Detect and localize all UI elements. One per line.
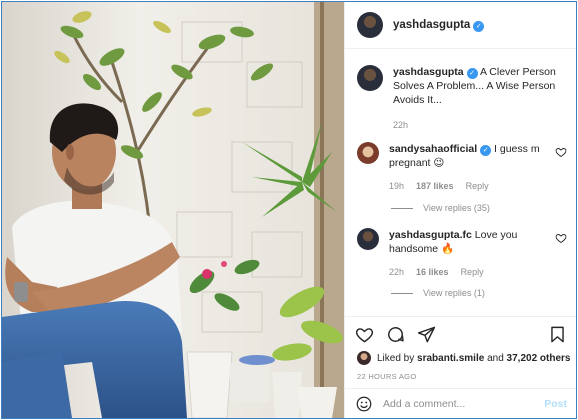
post-photo[interactable] — [2, 2, 344, 418]
post-author-username[interactable]: yashdasgupta ✓ — [393, 19, 485, 32]
comment-item: yashdasgupta.fc Love you handsome 🔥 22h … — [357, 228, 569, 279]
comment-avatar[interactable] — [357, 228, 379, 250]
replies-divider — [391, 292, 413, 294]
verified-badge-icon: ✓ — [473, 20, 485, 32]
add-comment-input[interactable] — [383, 397, 533, 410]
comment-author[interactable]: sandysahaofficial — [389, 143, 477, 155]
comment-author[interactable]: yashdasgupta.fc — [389, 229, 472, 241]
comment-timestamp: 19h — [389, 181, 405, 191]
emoji-smile-icon[interactable] — [355, 395, 373, 413]
like-heart-icon[interactable] — [355, 325, 374, 344]
share-send-icon[interactable] — [417, 325, 436, 344]
view-replies-button[interactable]: View replies (35) — [391, 203, 490, 213]
post-comment-button[interactable]: Post — [544, 398, 567, 410]
view-replies-label[interactable]: View replies (1) — [423, 288, 485, 298]
comment-like-heart-icon[interactable] — [555, 146, 567, 158]
liked-by-summary: Liked by srabanti.smile and 37,202 other… — [357, 351, 570, 365]
comment-reply-button[interactable]: Reply — [466, 179, 489, 193]
instagram-post-frame: yashdasgupta ✓ yashdasgupta ✓ A Clever Per… — [1, 1, 577, 419]
post-caption: yashdasgupta ✓ A Clever Person Solves A P… — [357, 65, 569, 132]
post-actions: Liked by srabanti.smile and 37,202 other… — [345, 316, 576, 418]
comment-like-heart-icon[interactable] — [555, 232, 567, 244]
verified-badge-icon: ✓ — [466, 68, 478, 79]
liked-by-others[interactable]: 37,202 others — [507, 353, 571, 364]
comment-timestamp: 22h — [389, 267, 405, 277]
caption-avatar[interactable] — [357, 65, 383, 91]
post-header: yashdasgupta ✓ — [345, 2, 576, 49]
post-time-ago: 22 HOURS AGO — [357, 372, 417, 381]
caption-timestamp: 22h — [393, 120, 409, 130]
comment-item: sandysahaofficial ✓ I guess m pregnant 😉 … — [357, 142, 569, 193]
replies-divider — [391, 207, 413, 209]
view-replies-label[interactable]: View replies (35) — [423, 203, 490, 213]
view-replies-button[interactable]: View replies (1) — [391, 288, 485, 298]
comment-bubble-icon[interactable] — [386, 325, 405, 344]
liked-by-conjunction: and — [487, 352, 504, 364]
bookmark-save-icon[interactable] — [548, 325, 567, 344]
photo-illustration — [2, 2, 344, 418]
comment-likes[interactable]: 187 likes — [416, 179, 454, 193]
add-comment-bar: Post — [345, 388, 576, 418]
post-side-panel: yashdasgupta ✓ yashdasgupta ✓ A Clever Per… — [344, 2, 576, 418]
avatar[interactable] — [357, 12, 383, 38]
liker-avatar[interactable] — [357, 351, 371, 365]
liked-by-prefix: Liked by — [377, 352, 415, 364]
comment-likes[interactable]: 16 likes — [416, 265, 449, 279]
caption-author[interactable]: yashdasgupta — [393, 66, 464, 78]
verified-badge-icon: ✓ — [480, 145, 492, 156]
comment-avatar[interactable] — [357, 142, 379, 164]
post-author-name[interactable]: yashdasgupta — [393, 19, 470, 31]
comment-reply-button[interactable]: Reply — [461, 265, 484, 279]
liked-by-user[interactable]: srabanti.smile — [417, 353, 484, 364]
